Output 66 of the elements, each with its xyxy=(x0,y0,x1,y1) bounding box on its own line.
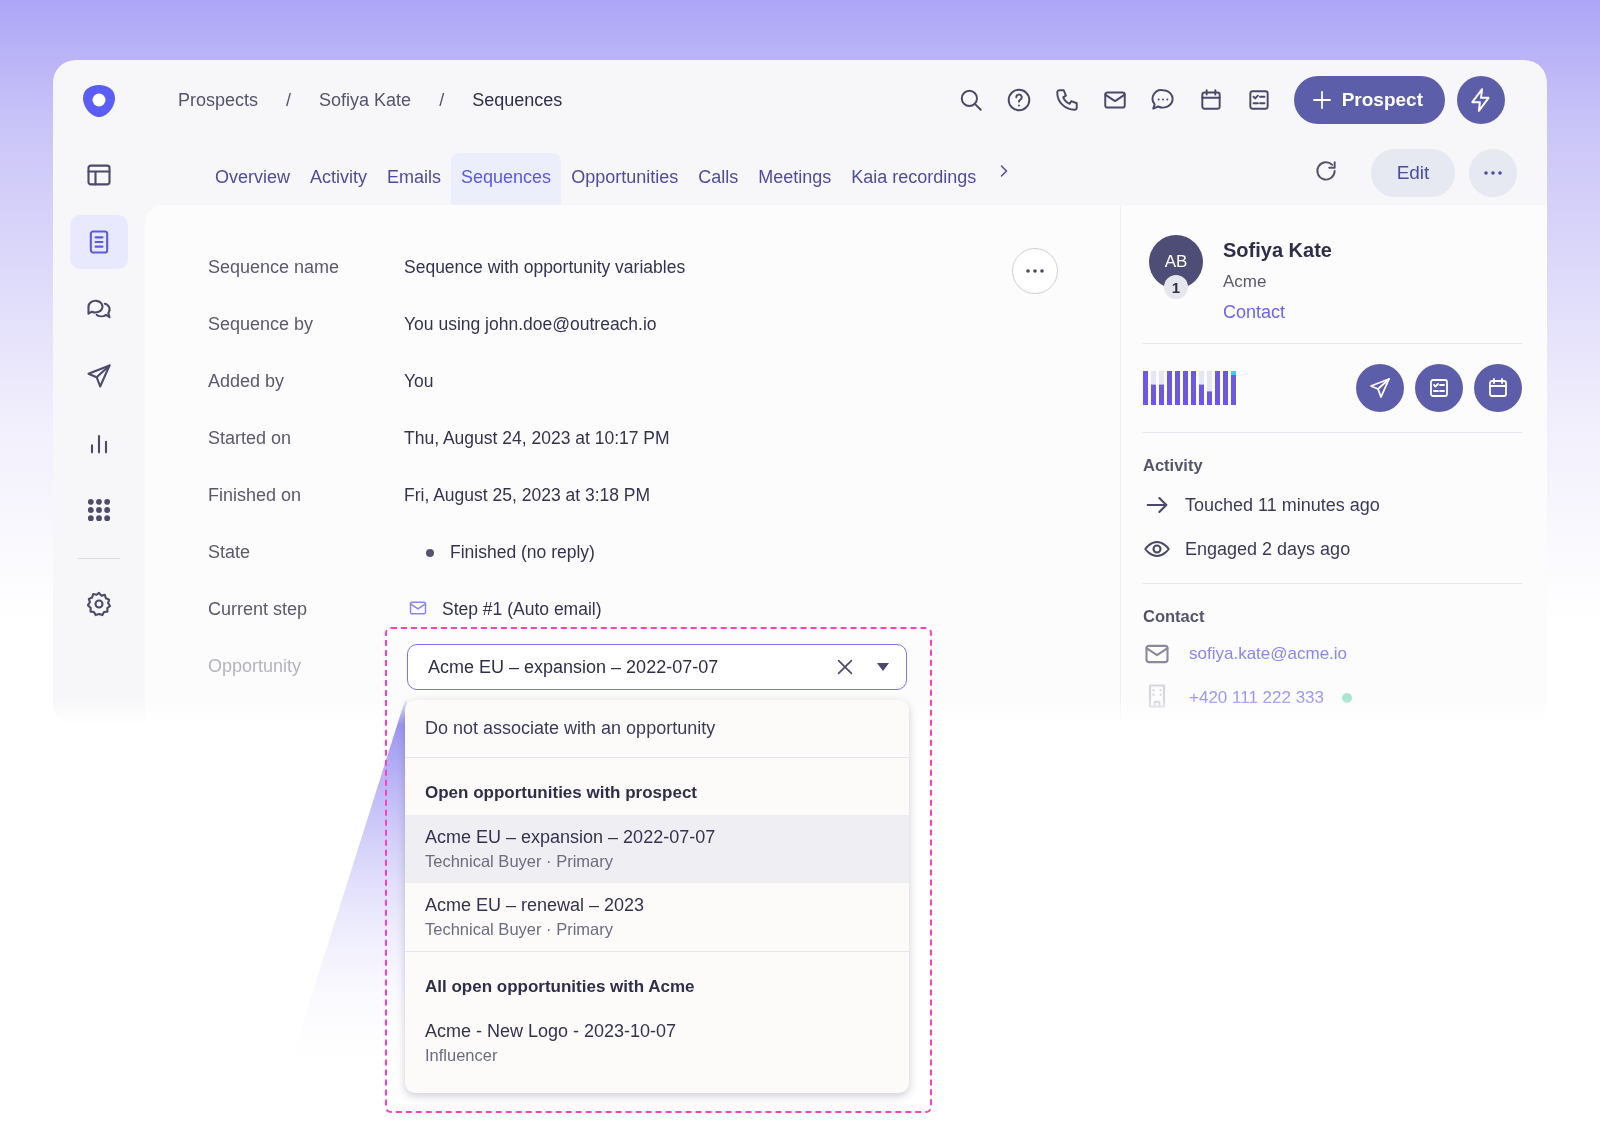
dropdown-option[interactable]: Acme EU – renewal – 2023 Technical Buyer · Primary xyxy=(405,883,909,951)
task-button[interactable] xyxy=(1415,364,1463,412)
status-dot-icon xyxy=(426,548,434,557)
add-prospect-button[interactable]: Prospect xyxy=(1293,76,1445,124)
field-value: You xyxy=(404,371,434,392)
send-button[interactable] xyxy=(1356,364,1404,412)
send-icon xyxy=(85,362,113,390)
field-label: State xyxy=(208,542,252,563)
group-heading: All open opportunities with Acme xyxy=(424,976,696,998)
field-value: Thu, August 24, 2023 at 10:17 PM xyxy=(404,428,670,449)
opportunity-select[interactable]: Acme EU – expansion – 2022-07-07 xyxy=(407,644,907,690)
ellipsis-icon xyxy=(1484,170,1502,175)
phone-icon xyxy=(1053,87,1080,113)
breadcrumb-link[interactable]: Prospects xyxy=(178,89,259,111)
settings-icon xyxy=(85,590,113,618)
task-list-icon xyxy=(1427,376,1451,400)
breadcrumb-separator: / xyxy=(286,89,292,111)
send-icon xyxy=(1368,376,1392,400)
caret-icon xyxy=(876,662,890,672)
tab[interactable]: Overview xyxy=(205,153,300,205)
activity-text: Touched 11 minutes ago xyxy=(1185,494,1380,516)
activity-text: Engaged 2 days ago xyxy=(1185,538,1351,560)
field-value: Step #1 (Auto email) xyxy=(442,599,602,620)
status-dot-icon xyxy=(1342,693,1353,703)
calendar-icon xyxy=(1486,376,1510,400)
tab[interactable]: Emails xyxy=(377,153,452,205)
company-name: Acme xyxy=(1223,272,1268,292)
field-label: Finished on xyxy=(208,485,303,506)
edit-button[interactable]: Edit xyxy=(1371,148,1455,197)
tab[interactable]: Opportunities xyxy=(561,153,689,205)
chat-icon xyxy=(1149,87,1176,113)
dropdown-option[interactable]: Do not associate with an opportunity xyxy=(405,700,909,758)
tab[interactable]: Meetings xyxy=(748,153,842,205)
breadcrumb-link[interactable]: Sofiya Kate xyxy=(319,89,412,111)
dropdown-option[interactable]: Acme EU – expansion – 2022-07-07 Technical Buyer · Primary xyxy=(405,815,909,883)
tab[interactable]: Sequences xyxy=(451,153,562,205)
logo-icon xyxy=(80,82,118,120)
section-heading: Activity xyxy=(1143,456,1204,475)
field-label: Started on xyxy=(208,428,293,449)
apps-grid-icon xyxy=(85,496,113,524)
contact-link[interactable]: Contact xyxy=(1223,302,1286,323)
tab[interactable]: Kaia recordings xyxy=(841,153,987,205)
breadcrumb-link[interactable]: Sequences xyxy=(472,89,563,111)
ellipsis-icon xyxy=(1026,269,1044,273)
tab[interactable]: Activity xyxy=(300,153,378,205)
calendar-button[interactable] xyxy=(1474,364,1522,412)
dropdown-option[interactable]: Acme - New Logo - 2023-10-07 Influencer xyxy=(405,1009,909,1077)
section-heading: Contact xyxy=(1143,607,1206,626)
field-label: Current step xyxy=(208,599,309,620)
field-label: Sequence name xyxy=(208,257,341,278)
sidebar-item[interactable] xyxy=(70,215,128,269)
prospect-name: Sofiya Kate xyxy=(1223,239,1332,262)
field-value: Fri, August 25, 2023 at 3:18 PM xyxy=(404,485,651,506)
field-value: Finished (no reply) xyxy=(450,542,595,563)
field-label: Opportunity xyxy=(208,656,303,677)
group-heading: Open opportunities with prospect xyxy=(424,782,698,804)
field-value: You using john.doe@outreach.io xyxy=(404,314,657,335)
phone-number: +420 111 222 333 xyxy=(1189,688,1325,708)
count-badge: 1 xyxy=(1164,275,1188,299)
quick-action-button[interactable] xyxy=(1457,76,1505,124)
help-icon xyxy=(1005,87,1032,113)
field-value: Sequence with opportunity variables xyxy=(404,257,686,278)
field-label: Added by xyxy=(208,371,286,392)
field-label: Sequence by xyxy=(208,314,315,335)
breadcrumb-separator: / xyxy=(439,89,445,111)
tab[interactable]: Calls xyxy=(688,153,749,205)
